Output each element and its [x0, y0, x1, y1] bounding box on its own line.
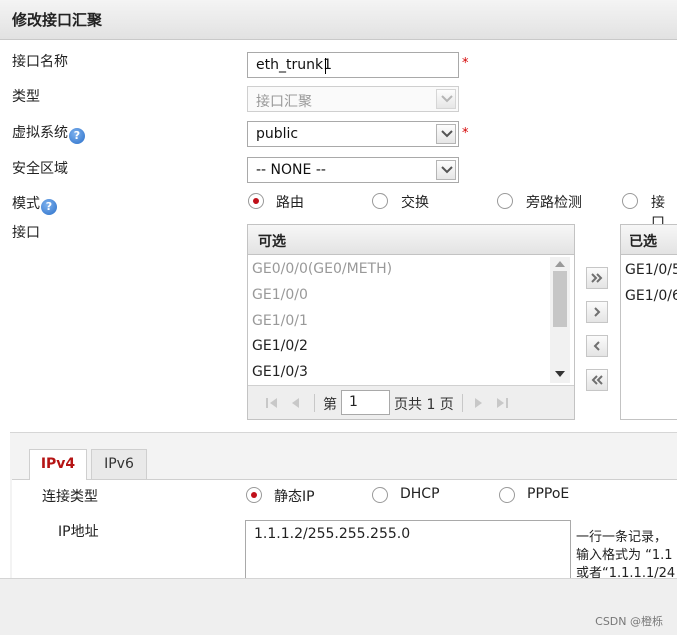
- interface-name-value: eth_trunk1: [256, 57, 332, 73]
- remove-button[interactable]: [586, 335, 608, 357]
- virtual-system-label-text: 虚拟系统: [12, 125, 68, 141]
- conn-option-dhcp[interactable]: DHCP: [400, 486, 440, 502]
- security-zone-value: -- NONE --: [256, 162, 326, 178]
- watermark: CSDN @橙栎: [595, 615, 663, 628]
- mode-radio-interface[interactable]: [622, 193, 638, 209]
- virtual-system-select[interactable]: public: [247, 121, 459, 147]
- mode-radio-switch[interactable]: [372, 193, 388, 209]
- list-pager: 第 1 页共 1 页: [248, 385, 574, 419]
- mode-radio-bypass[interactable]: [497, 193, 513, 209]
- list-item: GE0/0/0(GE0/METH): [252, 261, 393, 277]
- pager-suffix: 页共 1 页: [394, 397, 454, 413]
- selected-interfaces-list: 已选 GE1/0/5 GE1/0/6: [620, 224, 677, 420]
- last-page-icon[interactable]: [494, 395, 510, 411]
- chevron-down-icon: [436, 89, 456, 109]
- type-label: 类型: [12, 89, 40, 105]
- dialog-title-bar: 修改接口汇聚: [0, 0, 677, 40]
- chevron-right-icon: [594, 307, 601, 317]
- pager-divider: [462, 394, 463, 412]
- list-item: GE1/0/0: [252, 287, 308, 303]
- connection-type-label: 连接类型: [42, 489, 98, 505]
- mode-option-route[interactable]: 路由: [276, 192, 304, 212]
- help-icon[interactable]: ?: [41, 199, 57, 215]
- pager-divider: [314, 394, 315, 412]
- ip-hint-line: 一行一条记录，: [576, 530, 668, 545]
- list-scrollbar[interactable]: [550, 257, 570, 383]
- first-page-icon[interactable]: [264, 395, 280, 411]
- virtual-system-label: 虚拟系统?: [12, 122, 85, 144]
- interface-label: 接口: [12, 225, 40, 241]
- list-item[interactable]: GE1/0/5: [625, 262, 677, 278]
- chevron-down-icon[interactable]: [436, 124, 456, 144]
- list-item[interactable]: GE1/0/3: [252, 364, 308, 380]
- help-icon[interactable]: ?: [69, 128, 85, 144]
- conn-radio-pppoe[interactable]: [499, 487, 515, 503]
- double-chevron-left-icon: [591, 375, 603, 385]
- list-item[interactable]: GE1/0/6: [625, 288, 677, 304]
- type-select: 接口汇聚: [247, 86, 459, 112]
- type-value: 接口汇聚: [256, 94, 312, 110]
- required-mark: *: [462, 126, 469, 141]
- page-number-input[interactable]: 1: [341, 390, 390, 415]
- add-button[interactable]: [586, 301, 608, 323]
- mode-option-bypass[interactable]: 旁路检测: [526, 192, 582, 212]
- selected-list-header: 已选: [621, 225, 677, 255]
- available-interfaces-list: 可选 GE0/0/0(GE0/METH) GE1/0/0 GE1/0/1 GE1…: [247, 224, 575, 420]
- ip-address-value: 1.1.1.2/255.255.255.0: [254, 526, 411, 542]
- previous-page-icon[interactable]: [288, 395, 304, 411]
- dialog-footer: CSDN @橙栎: [0, 578, 677, 635]
- conn-radio-dhcp[interactable]: [372, 487, 388, 503]
- mode-label: 模式?: [12, 193, 57, 215]
- virtual-system-value: public: [256, 126, 299, 142]
- available-list-title: 可选: [258, 234, 286, 250]
- tab-ipv6[interactable]: IPv6: [91, 449, 147, 479]
- scroll-up-icon[interactable]: [555, 261, 565, 267]
- scroll-down-icon[interactable]: [555, 371, 565, 377]
- tab-ipv4[interactable]: IPv4: [29, 449, 87, 480]
- ip-address-label: IP地址: [58, 524, 99, 540]
- security-zone-select[interactable]: -- NONE --: [247, 157, 459, 183]
- remove-all-button[interactable]: [586, 369, 608, 391]
- ip-hint-line: 输入格式为 “1.1: [576, 548, 673, 563]
- conn-radio-static[interactable]: [246, 487, 262, 503]
- list-item[interactable]: GE1/0/2: [252, 338, 308, 354]
- dialog-title: 修改接口汇聚: [12, 11, 103, 29]
- conn-option-pppoe[interactable]: PPPoE: [527, 486, 569, 502]
- chevron-down-icon[interactable]: [436, 160, 456, 180]
- selected-list-title: 已选: [629, 234, 657, 250]
- next-page-icon[interactable]: [470, 395, 486, 411]
- scrollbar-thumb[interactable]: [553, 271, 567, 327]
- page-number-value: 1: [349, 394, 358, 410]
- security-zone-label: 安全区域: [12, 161, 68, 177]
- available-list-header: 可选: [248, 225, 574, 255]
- chevron-left-icon: [593, 341, 600, 351]
- double-chevron-right-icon: [591, 273, 603, 283]
- pager-prefix: 第: [323, 397, 337, 413]
- required-mark: *: [462, 56, 469, 71]
- conn-option-static[interactable]: 静态IP: [274, 486, 315, 506]
- list-item: GE1/0/1: [252, 313, 308, 329]
- interface-name-label: 接口名称: [12, 54, 68, 70]
- interface-name-input[interactable]: eth_trunk1: [247, 52, 459, 78]
- mode-option-switch[interactable]: 交换: [401, 192, 429, 212]
- add-all-button[interactable]: [586, 267, 608, 289]
- mode-label-text: 模式: [12, 196, 40, 212]
- mode-radio-route[interactable]: [248, 193, 264, 209]
- text-cursor: [325, 58, 326, 74]
